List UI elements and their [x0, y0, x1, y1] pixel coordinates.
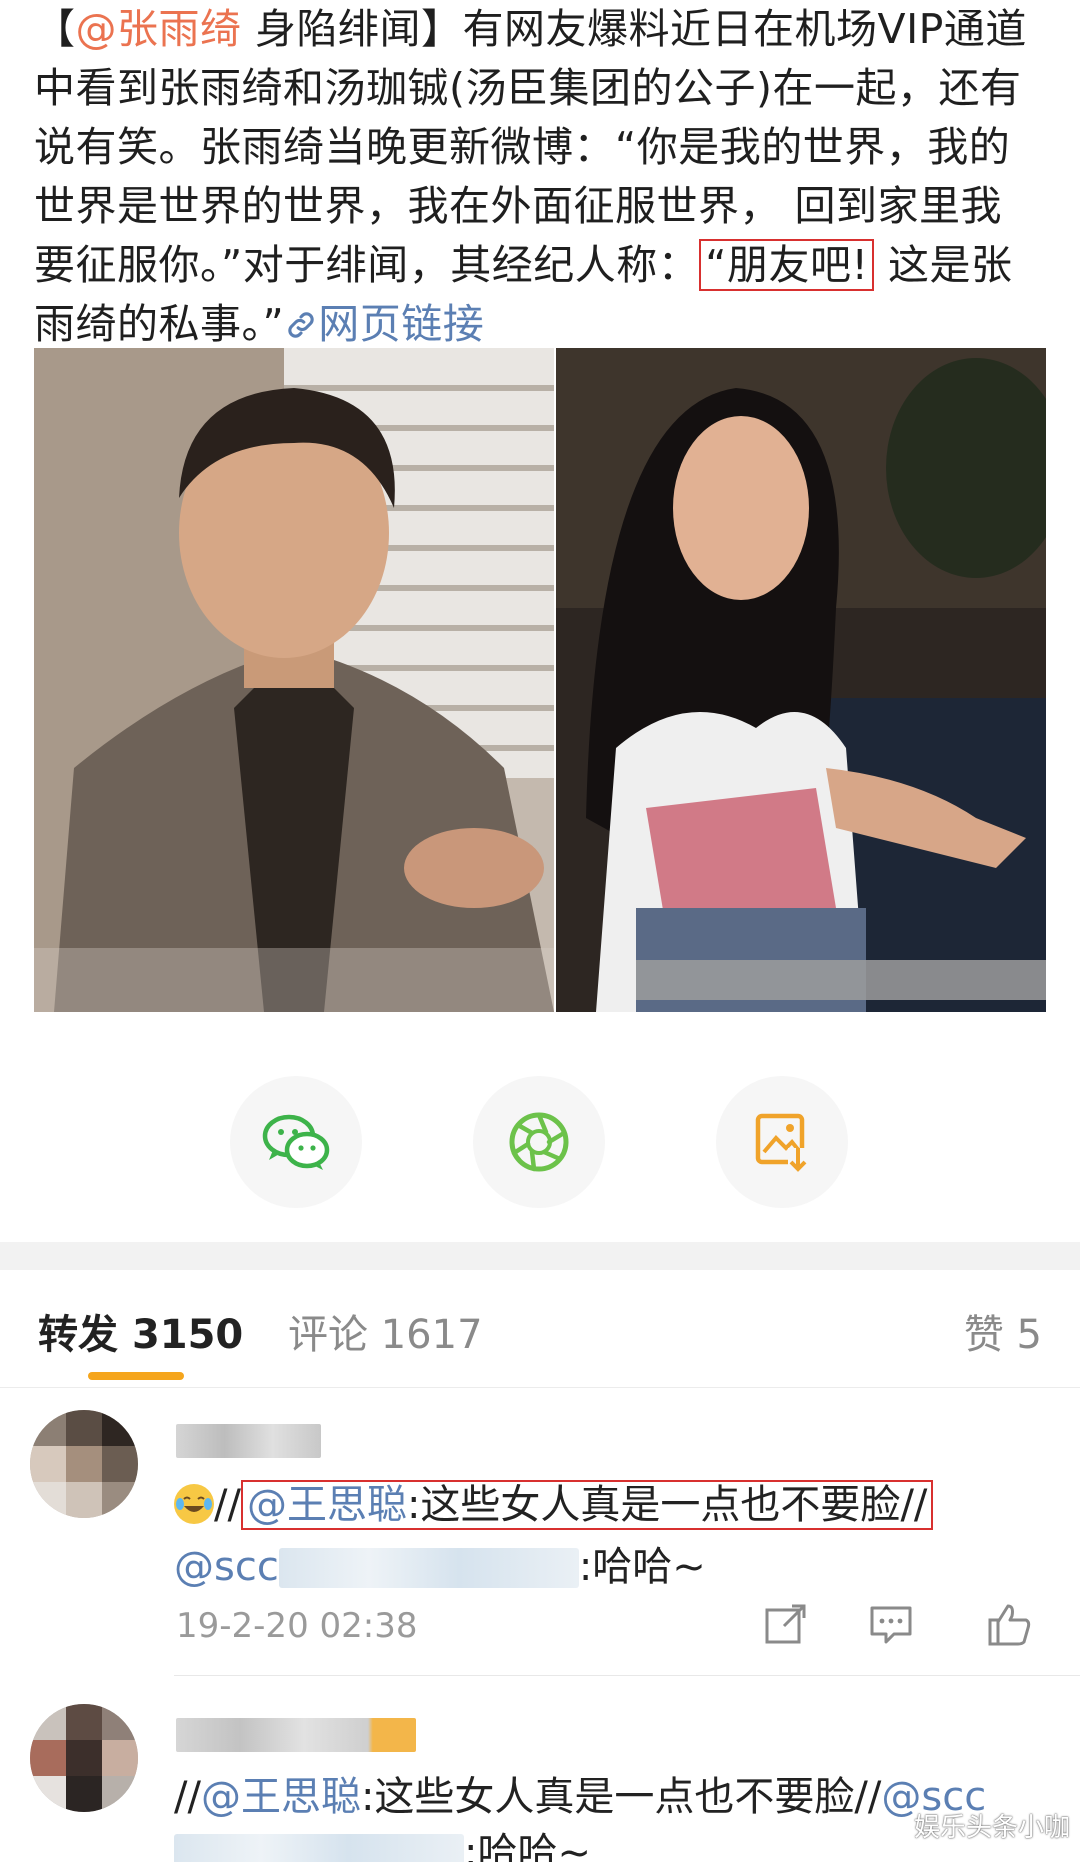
post-line-5: 要征服你。”对于绯闻，其经纪人称： “朋友吧! 这是张 — [34, 236, 1050, 295]
highlighted-quote: “朋友吧! — [699, 239, 875, 291]
post-line-6-pre: 雨绮的私事。” — [34, 300, 285, 348]
section-divider — [0, 1242, 1080, 1270]
post-photos — [34, 348, 1046, 1012]
bracket-open: 【 — [34, 5, 76, 53]
watermark: 娱乐头条小咖 — [913, 1813, 1070, 1843]
tab-likes[interactable]: 赞 5 — [964, 1302, 1042, 1360]
repost-line-1: //@王思聪:这些女人真是一点也不要脸// — [174, 1474, 934, 1536]
avatar[interactable] — [30, 1704, 138, 1812]
username-blurred[interactable] — [176, 1718, 416, 1752]
share-wechat-button[interactable] — [230, 1076, 362, 1208]
post-line-3: 说有笑。张雨绮当晚更新微博：“你是我的世界，我的 — [34, 123, 1011, 171]
moments-icon — [509, 1112, 569, 1172]
repost-comment-text: :这些女人真是一点也不要脸 — [406, 1482, 901, 1528]
tab-likes-count: 5 — [1016, 1312, 1042, 1358]
web-link-label: 网页链接 — [318, 300, 485, 348]
post-line-5-rest: 这是张 — [874, 241, 1013, 289]
post-text: 【@张雨绮 身陷绯闻】有网友爆料近日在机场VIP通道 中看到张雨绮和汤珈铖(汤臣… — [34, 0, 1050, 354]
avatar[interactable] — [30, 1410, 138, 1518]
repost-line-2: :哈哈~ — [174, 1822, 591, 1862]
repost-slashes: // — [174, 1774, 201, 1820]
save-image-icon — [755, 1113, 808, 1172]
tab-comments[interactable]: 评论 1617 — [288, 1302, 483, 1360]
post-line-2: 中看到张雨绮和汤珈铖(汤臣集团的公子)在一起，还有 — [34, 64, 1022, 112]
repost-comment-text: :哈哈~ — [464, 1830, 591, 1862]
tab-repost[interactable]: 转发 3150 — [38, 1302, 243, 1360]
repost-line-1: //@王思聪:这些女人真是一点也不要脸//@scc — [174, 1766, 986, 1828]
tab-repost-label: 转发 — [38, 1312, 118, 1358]
post-mention-link[interactable]: @张雨绮 — [76, 5, 242, 53]
username-blurred[interactable] — [176, 1424, 321, 1458]
wechat-icon — [262, 1114, 330, 1170]
post-line-6: 雨绮的私事。” 网页链接 — [34, 295, 1050, 354]
post-line-4: 世界是世界的世界，我在外面征服世界， 回到家里我 — [34, 182, 1003, 230]
repost-action-icon[interactable] — [760, 1600, 810, 1650]
item-separator — [174, 1675, 1080, 1676]
post-line-1: 【@张雨绮 身陷绯闻】有网友爆料近日在机场VIP通道 — [34, 0, 1050, 59]
tab-repost-count: 3150 — [131, 1312, 244, 1358]
tab-comments-label: 评论 — [288, 1312, 368, 1358]
repost-line-2: @scc :哈哈~ — [174, 1536, 706, 1598]
mention-link[interactable]: @王思聪 — [247, 1482, 407, 1528]
post-line-1-rest: 身陷绯闻】有网友爆料近日在机场VIP通道 — [241, 5, 1027, 53]
share-row — [0, 1076, 1080, 1208]
laugh-cry-emoji-icon — [174, 1484, 214, 1524]
save-image-button[interactable] — [716, 1076, 848, 1208]
repost-item: //@王思聪:这些女人真是一点也不要脸// @scc:哈哈~ 19-2-20 0… — [0, 1388, 1080, 1676]
tab-comments-count: 1617 — [380, 1312, 483, 1358]
post-line-5-pre: 要征服你。”对于绯闻，其经纪人称： — [34, 241, 700, 289]
highlighted-comment: @王思聪:这些女人真是一点也不要脸// — [240, 1480, 934, 1530]
photo-woman[interactable] — [556, 348, 1046, 1012]
mention-link[interactable]: @scc — [174, 1544, 279, 1590]
tab-bar: 转发 3150 评论 1617 赞 5 — [0, 1270, 1080, 1388]
repost-comment-text: :这些女人真是一点也不要脸// — [360, 1774, 882, 1820]
blurred-username — [174, 1834, 464, 1862]
photo-man[interactable] — [34, 348, 554, 1012]
comment-action-icon[interactable] — [866, 1600, 916, 1650]
repost-slashes: // — [900, 1482, 928, 1528]
active-tab-indicator — [88, 1372, 184, 1380]
share-moments-button[interactable] — [473, 1076, 605, 1208]
like-action-icon[interactable] — [984, 1600, 1034, 1650]
repost-timestamp: 19-2-20 02:38 — [176, 1606, 418, 1646]
mention-link[interactable]: @王思聪 — [201, 1774, 361, 1820]
repost-slashes: // — [214, 1482, 241, 1528]
tab-likes-label: 赞 — [963, 1312, 1004, 1358]
blurred-username — [278, 1548, 579, 1588]
link-icon — [288, 312, 314, 338]
web-link[interactable]: 网页链接 — [284, 300, 484, 348]
repost-comment-text: :哈哈~ — [578, 1544, 706, 1590]
